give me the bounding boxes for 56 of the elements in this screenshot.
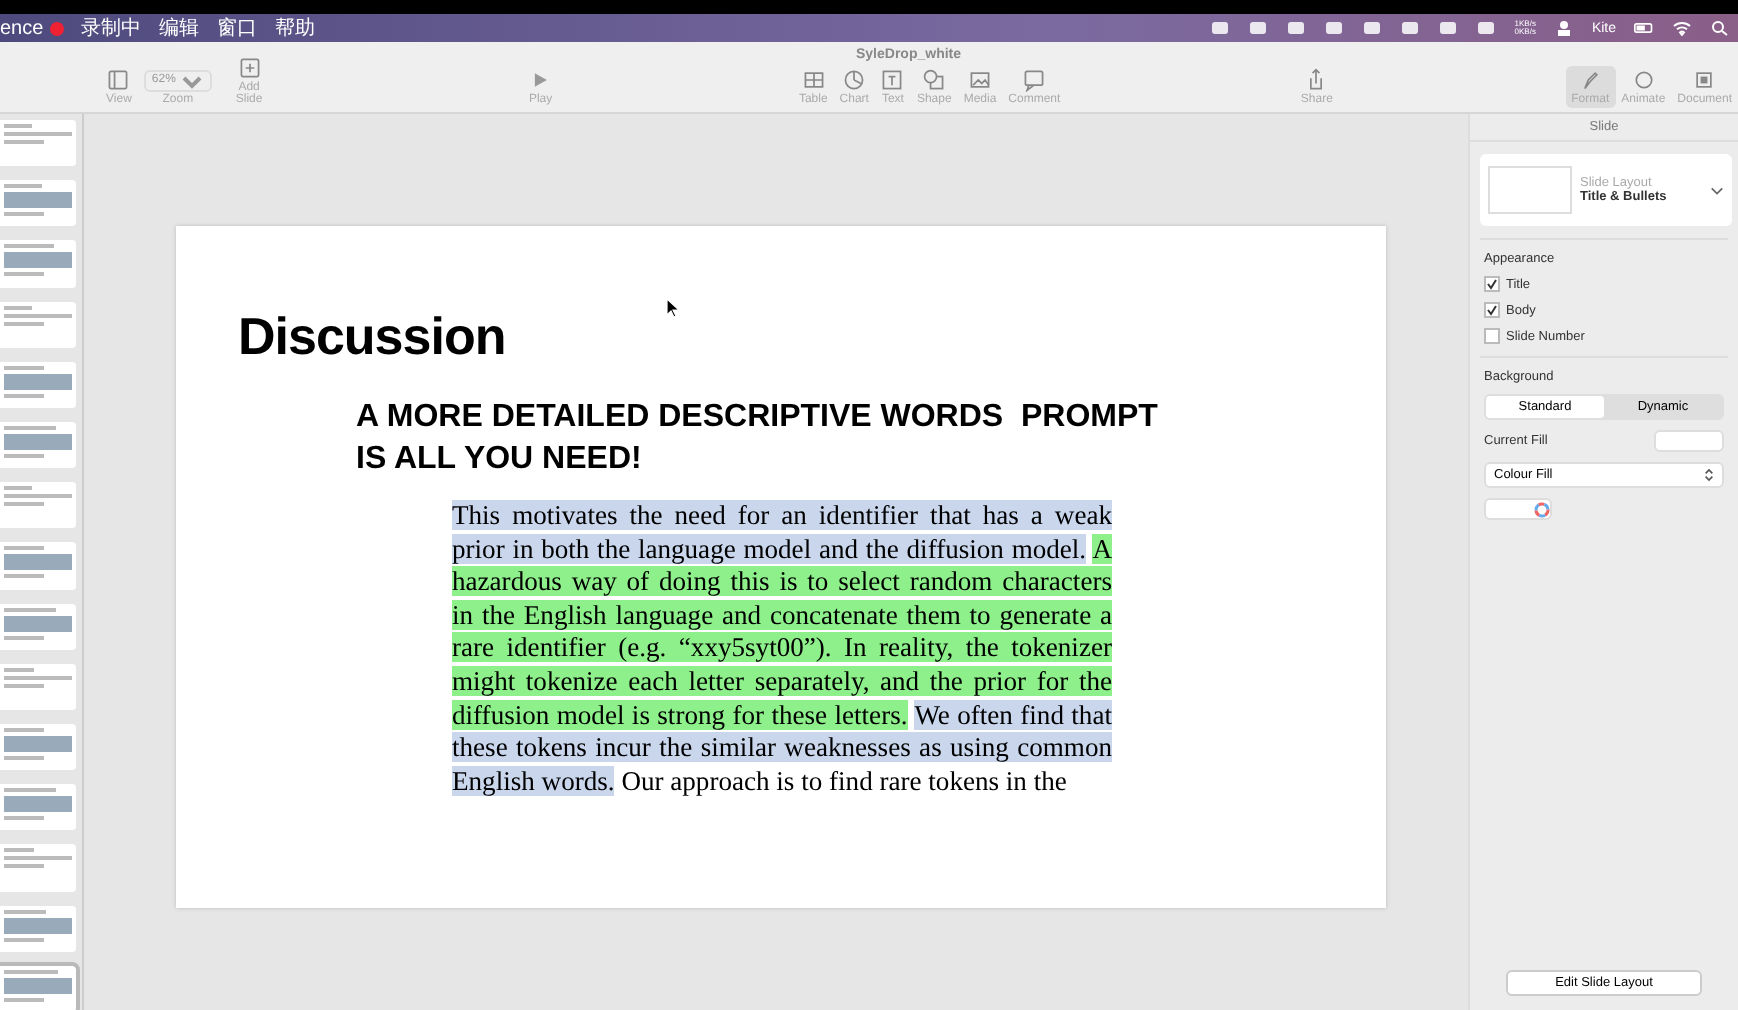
document-icon bbox=[1692, 68, 1717, 92]
slide-thumbnail[interactable] bbox=[0, 120, 76, 167]
slide-thumbnail[interactable] bbox=[0, 724, 76, 771]
layout-thumbnail bbox=[1488, 166, 1572, 214]
slide-title: Discussion bbox=[238, 306, 506, 368]
slide-thumbnail[interactable] bbox=[0, 422, 76, 469]
person-icon[interactable] bbox=[1553, 20, 1574, 36]
slide-thumbnail[interactable] bbox=[0, 482, 76, 529]
brush-icon bbox=[1578, 68, 1603, 92]
color-wheel-icon bbox=[1534, 501, 1550, 517]
checkmark-icon bbox=[1486, 278, 1498, 290]
body-paragraph: This motivates the need for an identifier that has a weak prior in both the language model and the diffusion model. A hazardous way of doing this is to select random characters in the English language and concatenate them to generate a rare identifier (e.g. “xxy5syt00”). In reality, the tokenizer might tokenize each letter separately, and the prior for the diffusion model is strong for these letters. We often find that these tokens incur the similar weaknesses as using common English words. Our approach is to find rare tokens in the bbox=[452, 500, 1112, 799]
slide-thumbnail[interactable] bbox=[0, 965, 76, 1010]
stepper-icon bbox=[1704, 468, 1714, 482]
chevron-icon bbox=[1710, 185, 1724, 195]
sidebar-icon bbox=[106, 68, 131, 92]
chart-icon bbox=[842, 68, 867, 92]
slide-subtitle: A MORE DETAILED DESCRIPTIVE WORDS PROMPT IS ALL YOU NEED! bbox=[356, 398, 1160, 480]
text-box-icon bbox=[880, 68, 905, 92]
slide-thumbnail[interactable] bbox=[0, 905, 76, 952]
recording-icon bbox=[49, 21, 64, 35]
status-icon[interactable] bbox=[1476, 20, 1497, 36]
status-icon[interactable] bbox=[1400, 20, 1421, 36]
circle-icon bbox=[1631, 68, 1656, 92]
battery-icon[interactable] bbox=[1634, 20, 1654, 36]
color-swatch[interactable] bbox=[1654, 430, 1724, 452]
menu-item[interactable]: 编辑 bbox=[159, 14, 200, 42]
status-icon[interactable] bbox=[1324, 20, 1345, 36]
slide-thumbnail[interactable] bbox=[0, 784, 76, 831]
add-slide-icon bbox=[237, 56, 262, 80]
color-well[interactable] bbox=[1484, 498, 1552, 520]
status-icon[interactable] bbox=[1438, 20, 1459, 36]
slide-thumbnail[interactable] bbox=[0, 301, 76, 348]
status-icon[interactable] bbox=[1286, 20, 1307, 36]
slide-thumbnail[interactable] bbox=[0, 542, 76, 590]
checkmark-icon bbox=[1486, 304, 1498, 316]
status-icon[interactable] bbox=[1362, 20, 1383, 36]
slide-thumbnail[interactable] bbox=[0, 361, 76, 409]
menu-item[interactable]: 窗口 bbox=[217, 14, 258, 42]
comment-icon bbox=[1022, 68, 1047, 92]
slide-thumbnail[interactable] bbox=[0, 240, 76, 288]
app-menu[interactable]: ence bbox=[0, 17, 44, 39]
mouse-pointer-icon bbox=[666, 298, 680, 318]
recording-label: 录制中 bbox=[81, 15, 142, 42]
search-icon[interactable] bbox=[1710, 20, 1730, 36]
slide-thumbnail[interactable] bbox=[0, 844, 76, 892]
table-icon bbox=[801, 68, 826, 92]
status-icon[interactable] bbox=[1248, 20, 1269, 36]
menu-item[interactable]: 帮助 bbox=[275, 14, 316, 42]
wifi-icon[interactable] bbox=[1672, 20, 1692, 36]
slide-thumbnail[interactable] bbox=[0, 603, 76, 650]
slide-thumbnail[interactable] bbox=[0, 663, 76, 711]
image-icon bbox=[968, 68, 992, 92]
shapes-icon bbox=[922, 68, 947, 92]
status-icon[interactable] bbox=[1210, 20, 1231, 36]
slide-thumbnail[interactable] bbox=[0, 180, 76, 227]
